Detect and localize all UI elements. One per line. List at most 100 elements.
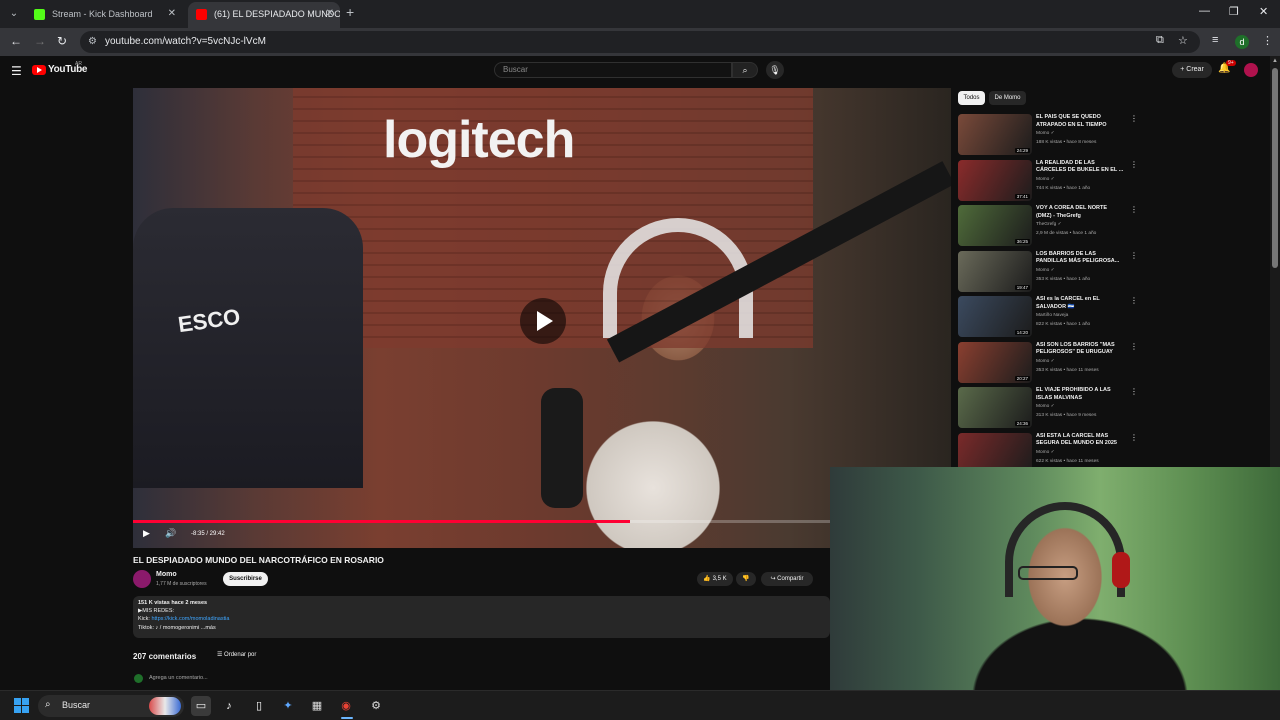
windows-start-icon[interactable] <box>14 698 29 713</box>
bookmark-star-icon[interactable]: ☆ <box>1178 34 1188 47</box>
browser-profile-avatar[interactable]: d <box>1235 35 1249 49</box>
minimize-icon[interactable]: — <box>1199 5 1210 17</box>
more-options-icon[interactable]: ⋮ <box>1130 205 1138 214</box>
youtube-logo-icon[interactable] <box>32 65 46 75</box>
site-info-icon[interactable]: ⚙ <box>88 36 97 47</box>
more-options-icon[interactable]: ⋮ <box>1130 433 1138 442</box>
sort-comments-button[interactable]: ☰ Ordenar por <box>217 651 256 658</box>
recommendation-title[interactable]: EL PAÍS QUE SE QUEDÓ ATRAPADO EN EL TIEM… <box>1036 114 1124 129</box>
video-description-box[interactable]: 151 K vistas hace 2 meses ▶MIS REDES: Ki… <box>133 596 830 638</box>
recommendation-title[interactable]: ASÍ SON LOS BARRIOS "MÁS PELIGROSOS" DE … <box>1036 342 1124 357</box>
more-options-icon[interactable]: ⋮ <box>1130 296 1138 305</box>
voice-search-button[interactable]: 🎙 <box>766 61 784 79</box>
recommendation-title[interactable]: LA REALIDAD DE LAS CÁRCELES DE BUKELE EN… <box>1036 160 1124 175</box>
recommendation-title[interactable]: VOY A COREA DEL NORTE (DMZ) - TheGrefg <box>1036 205 1124 220</box>
recommendation-item[interactable]: 36:25 VOY A COREA DEL NORTE (DMZ) - TheGr… <box>958 205 1138 247</box>
video-progress-bar[interactable] <box>133 520 833 523</box>
recommendation-channel: Momo ✓ <box>1036 404 1055 409</box>
recommendation-meta: 188 K vistas • hace 8 meses <box>1036 140 1097 145</box>
new-tab-button[interactable]: + <box>346 4 354 20</box>
video-player[interactable]: logitech ESCO ▶ 🔊 -8:35 / 29:42 <box>133 88 951 548</box>
copilot-icon[interactable]: ✦ <box>278 696 298 716</box>
youtube-account-avatar[interactable] <box>1244 63 1258 77</box>
hamburger-menu-icon[interactable]: ☰ <box>11 64 22 78</box>
tab-search-icon[interactable]: ⌄ <box>6 6 22 22</box>
recommendation-thumbnail[interactable]: 24:36 <box>958 387 1032 428</box>
page-scrollbar[interactable]: ▲ <box>1270 56 1280 468</box>
scrollbar-thumb[interactable] <box>1272 68 1278 268</box>
recommendation-item[interactable]: 19:47 LOS BARRIOS DE LAS PANDILLAS MÁS PE… <box>958 250 1138 293</box>
install-app-icon[interactable]: ⧉ <box>1156 34 1164 47</box>
microsoft-store-icon[interactable]: ▦ <box>307 696 327 716</box>
settings-gear-icon[interactable]: ⚙ <box>366 696 386 716</box>
recommendation-channel: Momo ✓ <box>1036 358 1055 364</box>
recommendation-thumbnail[interactable]: 19:47 <box>958 250 1032 292</box>
tab-youtube-video[interactable]: (61) EL DESPIADADO MUNDO D ✕ <box>188 2 340 28</box>
search-input[interactable]: Buscar <box>494 62 732 78</box>
recommendation-channel: Momo ✓ <box>1036 267 1055 273</box>
recommendation-item[interactable]: 24:29 EL PAÍS QUE SE QUEDÓ ATRAPADO EN EL… <box>958 114 1138 156</box>
chrome-icon[interactable]: ◉ <box>336 696 356 716</box>
file-icon[interactable]: ▯ <box>249 696 269 716</box>
add-comment-input[interactable]: Agrega un comentario... <box>149 675 208 681</box>
kick-link[interactable]: https://kick.com/momoladinastia <box>151 616 229 622</box>
webcam-headphone-cup <box>1112 552 1130 588</box>
search-placeholder: Buscar <box>503 65 528 74</box>
reload-icon[interactable]: ↻ <box>57 34 67 48</box>
tab-kick-dashboard[interactable]: Stream - Kick Dashboard ✕ <box>26 2 182 28</box>
more-options-icon[interactable]: ⋮ <box>1130 342 1138 351</box>
close-tab-icon[interactable]: ✕ <box>168 2 176 26</box>
create-button[interactable]: + Crear <box>1172 62 1212 78</box>
play-button-overlay-icon[interactable] <box>520 298 566 344</box>
recommendation-meta: 353 K vistas • hace 11 meses <box>1036 367 1099 373</box>
channel-subscribers: 1,77 M de suscriptores <box>156 581 207 587</box>
recommendation-duration: 24:29 <box>1014 148 1030 153</box>
recommendation-title[interactable]: EL VIAJE PROHIBIDO A LAS ISLAS MALVINAS <box>1036 387 1124 402</box>
taskbar-search-box[interactable]: ⌕ Buscar <box>38 695 184 717</box>
recommendation-thumbnail[interactable]: 37:41 <box>958 159 1032 201</box>
channel-avatar[interactable] <box>133 570 151 588</box>
recommendation-thumbnail[interactable]: 36:25 <box>958 205 1032 246</box>
create-label: Crear <box>1186 66 1204 73</box>
play-icon[interactable]: ▶ <box>143 528 150 539</box>
media-controls-icon[interactable]: ≡ <box>1212 34 1218 46</box>
recommendation-item[interactable]: 20:27 ASÍ SON LOS BARRIOS "MÁS PELIGROSOS… <box>958 341 1138 384</box>
chip-all[interactable]: Todos <box>958 91 985 105</box>
close-tab-icon[interactable]: ✕ <box>326 2 334 26</box>
recommendation-item[interactable]: 14:20 ASÍ es la CÁRCEL en EL SALVADOR 🇸🇻 M… <box>958 296 1138 338</box>
more-options-icon[interactable]: ⋮ <box>1130 251 1138 260</box>
browser-menu-icon[interactable]: ⋮ <box>1262 34 1273 47</box>
recommendation-title[interactable]: LOS BARRIOS DE LAS PANDILLAS MÁS PELIGRO… <box>1036 251 1124 266</box>
url-field[interactable]: ⚙ youtube.com/watch?v=5vcNJc-lVcM <box>80 31 1200 53</box>
webcam-glasses <box>1018 566 1078 580</box>
more-options-icon[interactable]: ⋮ <box>1130 387 1138 396</box>
recommendation-title[interactable]: ASÍ ESTÁ LA CÁRCEL MÁS SEGURA DEL MUNDO … <box>1036 433 1124 448</box>
more-options-icon[interactable]: ⋮ <box>1130 114 1138 123</box>
commenter-avatar <box>134 674 143 683</box>
recommendation-title[interactable]: ASÍ es la CÁRCEL en EL SALVADOR 🇸🇻 <box>1036 296 1124 311</box>
recommendation-thumbnail[interactable]: 24:29 <box>958 114 1032 155</box>
recommendation-item[interactable]: 37:41 LA REALIDAD DE LAS CÁRCELES DE BUKE… <box>958 159 1138 202</box>
volume-icon[interactable]: 🔊 <box>165 528 176 539</box>
video-progress-fill <box>133 520 630 523</box>
forward-icon[interactable]: → <box>34 34 46 48</box>
channel-name[interactable]: Momo <box>156 571 177 578</box>
maximize-icon[interactable]: ❐ <box>1229 5 1239 18</box>
recommendation-item[interactable]: 24:36 EL VIAJE PROHIBIDO A LAS ISLAS MALV… <box>958 387 1138 429</box>
tiktok-icon[interactable]: ♪ <box>219 696 239 716</box>
back-icon[interactable]: ← <box>10 34 22 48</box>
share-button[interactable]: ↪ Compartir <box>761 572 813 586</box>
recommendation-thumbnail[interactable]: 20:27 <box>958 341 1032 383</box>
like-button[interactable]: 👍 3,5 K <box>697 572 733 586</box>
chip-from-channel[interactable]: De Momo <box>989 91 1026 105</box>
search-icon: ⌕ <box>742 65 748 75</box>
subscribe-button[interactable]: Suscribirse <box>223 572 268 586</box>
more-options-icon[interactable]: ⋮ <box>1130 160 1138 169</box>
dislike-button[interactable]: 👎 <box>736 572 756 586</box>
recommendation-thumbnail[interactable]: 14:20 <box>958 296 1032 337</box>
task-view-icon[interactable]: ▭ <box>191 696 211 716</box>
close-window-icon[interactable]: ✕ <box>1259 5 1268 18</box>
search-button[interactable]: ⌕ <box>732 62 758 78</box>
recommendation-meta: 622 K vistas • hace 11 meses <box>1036 458 1099 464</box>
scroll-up-arrow-icon[interactable]: ▲ <box>1272 58 1278 64</box>
